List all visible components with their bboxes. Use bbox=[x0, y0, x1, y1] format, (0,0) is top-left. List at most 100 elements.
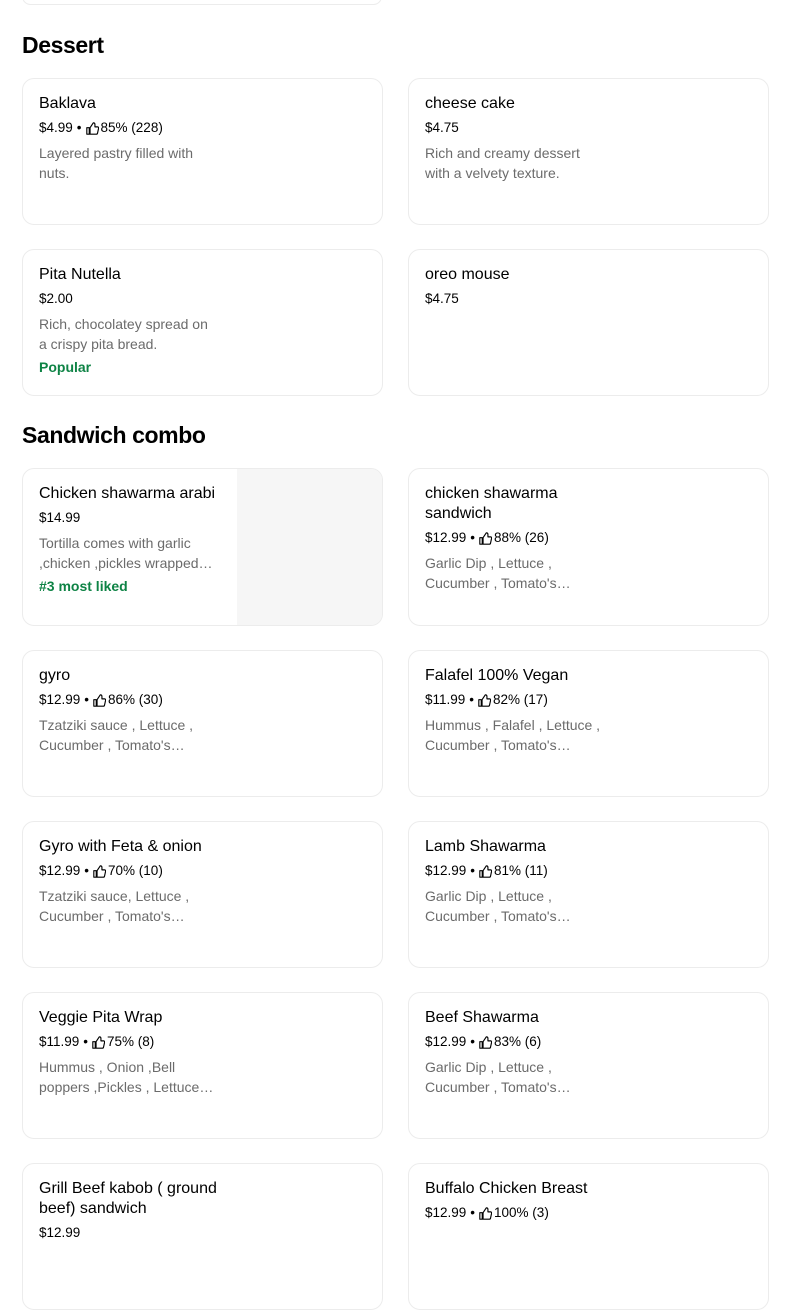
item-name: Gyro with Feta & onion bbox=[39, 838, 202, 855]
item-meta: $11.99 • 82% (17) bbox=[425, 691, 615, 709]
item-description: Layered pastry filled with nuts. bbox=[39, 145, 194, 181]
menu-item-card[interactable]: oreo mouse $4.75 bbox=[408, 249, 769, 396]
thumbs-up-icon bbox=[479, 1035, 493, 1049]
separator-dot: • bbox=[83, 1034, 89, 1049]
thumbs-up-icon bbox=[85, 121, 99, 135]
menu-item-card[interactable]: Pita Nutella $2.00 Rich, chocolatey spre… bbox=[22, 249, 383, 396]
separator-dot: • bbox=[76, 120, 82, 135]
item-meta: $12.99 • 86% (30) bbox=[39, 691, 229, 709]
item-price: $12.99 bbox=[39, 863, 81, 878]
item-name: chicken shawarma sandwich bbox=[425, 485, 558, 522]
menu-item-card[interactable]: Baklava $4.99 • 85% (228) Layered pastry… bbox=[22, 78, 383, 225]
item-rating: 70% (10) bbox=[108, 863, 163, 878]
menu-item-card[interactable]: chicken shawarma sandwich $12.99 • 88% (… bbox=[408, 468, 769, 626]
menu-item-card[interactable]: Veggie Pita Wrap $11.99 • 75% (8) Hummus… bbox=[22, 992, 383, 1139]
item-rating: 88% (26) bbox=[494, 530, 549, 545]
item-rating: 86% (30) bbox=[108, 692, 163, 707]
separator-dot: • bbox=[84, 863, 90, 878]
menu-item-card[interactable]: Grill Beef kabob ( ground beef) sandwich… bbox=[22, 1163, 383, 1310]
separator-dot: • bbox=[470, 530, 476, 545]
item-description: Tzatziki sauce, Lettuce , Cucumber , Tom… bbox=[39, 888, 190, 924]
item-meta: $12.99 • 81% (11) bbox=[425, 862, 615, 880]
item-description: Garlic Dip , Lettuce , Cucumber , Tomato… bbox=[425, 555, 571, 591]
section-title-sandwich-combo: Sandwich combo bbox=[22, 422, 206, 448]
menu-item-card[interactable]: gyro $12.99 • 86% (30) Tzatziki sauce , … bbox=[22, 650, 383, 797]
menu-item-card[interactable]: Lamb Shawarma $12.99 • 81% (11) Garlic D… bbox=[408, 821, 769, 968]
item-price: $12.99 bbox=[425, 863, 467, 878]
item-price: $2.00 bbox=[39, 291, 73, 306]
item-meta: $12.99 bbox=[39, 1224, 229, 1242]
item-name: Falafel 100% Vegan bbox=[425, 667, 569, 684]
thumbs-up-icon bbox=[478, 693, 492, 707]
item-price: $14.99 bbox=[39, 510, 81, 525]
most-liked-badge: #3 most liked bbox=[39, 578, 128, 594]
item-description: Tortilla comes with garlic ,chicken ,pic… bbox=[39, 535, 213, 571]
item-price: $11.99 bbox=[425, 692, 466, 707]
item-price: $11.99 bbox=[39, 1034, 80, 1049]
item-rating: 82% (17) bbox=[493, 692, 548, 707]
separator-dot: • bbox=[84, 692, 90, 707]
item-name: Beef Shawarma bbox=[425, 1009, 539, 1026]
menu-item-card[interactable]: Chicken shawarma arabi $14.99 Tortilla c… bbox=[22, 468, 383, 626]
item-meta: $2.00 bbox=[39, 290, 229, 308]
item-price: $4.75 bbox=[425, 291, 459, 306]
item-name: gyro bbox=[39, 667, 71, 684]
item-price: $12.99 bbox=[425, 530, 467, 545]
item-meta: $12.99 • 100% (3) bbox=[425, 1204, 615, 1222]
item-name: Buffalo Chicken Breast bbox=[425, 1180, 588, 1197]
separator-dot: • bbox=[470, 1205, 476, 1220]
item-name: Baklava bbox=[39, 95, 96, 112]
section-title-dessert: Dessert bbox=[22, 32, 104, 58]
thumbs-up-icon bbox=[479, 864, 493, 878]
item-price: $12.99 bbox=[425, 1205, 467, 1220]
item-rating: 85% (228) bbox=[100, 120, 163, 135]
item-name: cheese cake bbox=[425, 95, 515, 112]
item-rating: 83% (6) bbox=[494, 1034, 542, 1049]
menu-item-card[interactable]: Buffalo Chicken Breast $12.99 • 100% (3) bbox=[408, 1163, 769, 1310]
item-description: Tzatziki sauce , Lettuce , Cucumber , To… bbox=[39, 717, 194, 753]
item-meta: $12.99 • 88% (26) bbox=[425, 529, 615, 547]
item-meta: $4.75 bbox=[425, 119, 615, 137]
thumbs-up-icon bbox=[479, 1206, 493, 1220]
item-name: Lamb Shawarma bbox=[425, 838, 546, 855]
separator-dot: • bbox=[469, 692, 475, 707]
item-meta: $4.99 • 85% (228) bbox=[39, 119, 229, 137]
item-meta: $14.99 bbox=[39, 509, 229, 527]
thumbs-up-icon bbox=[92, 1035, 106, 1049]
item-price: $4.75 bbox=[425, 120, 459, 135]
item-name: Pita Nutella bbox=[39, 266, 121, 283]
item-image bbox=[237, 469, 382, 625]
thumbs-up-icon bbox=[93, 864, 107, 878]
popular-badge: Popular bbox=[39, 359, 92, 375]
thumbs-up-icon bbox=[479, 531, 493, 545]
item-description: Hummus , Onion ,Bell poppers ,Pickles , … bbox=[39, 1059, 200, 1095]
item-price: $12.99 bbox=[39, 1225, 81, 1240]
menu-item-card[interactable]: Beef Shawarma $12.99 • 83% (6) Garlic Di… bbox=[408, 992, 769, 1139]
menu-item-card[interactable]: Gyro with Feta & onion $12.99 • 70% (10)… bbox=[22, 821, 383, 968]
item-name: oreo mouse bbox=[425, 266, 510, 283]
menu-item-card-partial[interactable] bbox=[22, 0, 382, 5]
item-price: $12.99 bbox=[425, 1034, 467, 1049]
item-meta: $12.99 • 83% (6) bbox=[425, 1033, 615, 1051]
separator-dot: • bbox=[470, 863, 476, 878]
item-rating: 100% (3) bbox=[494, 1205, 549, 1220]
menu-item-card[interactable]: cheese cake $4.75 Rich and creamy desser… bbox=[408, 78, 769, 225]
thumbs-up-icon bbox=[93, 693, 107, 707]
item-price: $12.99 bbox=[39, 692, 81, 707]
item-description: Garlic Dip , Lettuce , Cucumber , Tomato… bbox=[425, 1059, 571, 1095]
item-meta: $12.99 • 70% (10) bbox=[39, 862, 229, 880]
menu-item-card[interactable]: Falafel 100% Vegan $11.99 • 82% (17) Hum… bbox=[408, 650, 769, 797]
item-description: Hummus , Falafel , Lettuce , Cucumber , … bbox=[425, 717, 601, 753]
item-description: Rich, chocolatey spread on a crispy pita… bbox=[39, 316, 208, 352]
item-price: $4.99 bbox=[39, 120, 73, 135]
separator-dot: • bbox=[470, 1034, 476, 1049]
item-description: Garlic Dip , Lettuce , Cucumber , Tomato… bbox=[425, 888, 571, 924]
item-meta: $11.99 • 75% (8) bbox=[39, 1033, 229, 1051]
item-rating: 75% (8) bbox=[107, 1034, 155, 1049]
item-name: Grill Beef kabob ( ground beef) sandwich bbox=[39, 1180, 217, 1217]
item-meta: $4.75 bbox=[425, 290, 615, 308]
item-name: Chicken shawarma arabi bbox=[39, 485, 216, 502]
item-description: Rich and creamy dessert with a velvety t… bbox=[425, 145, 580, 181]
item-name: Veggie Pita Wrap bbox=[39, 1009, 163, 1026]
item-rating: 81% (11) bbox=[494, 863, 548, 878]
